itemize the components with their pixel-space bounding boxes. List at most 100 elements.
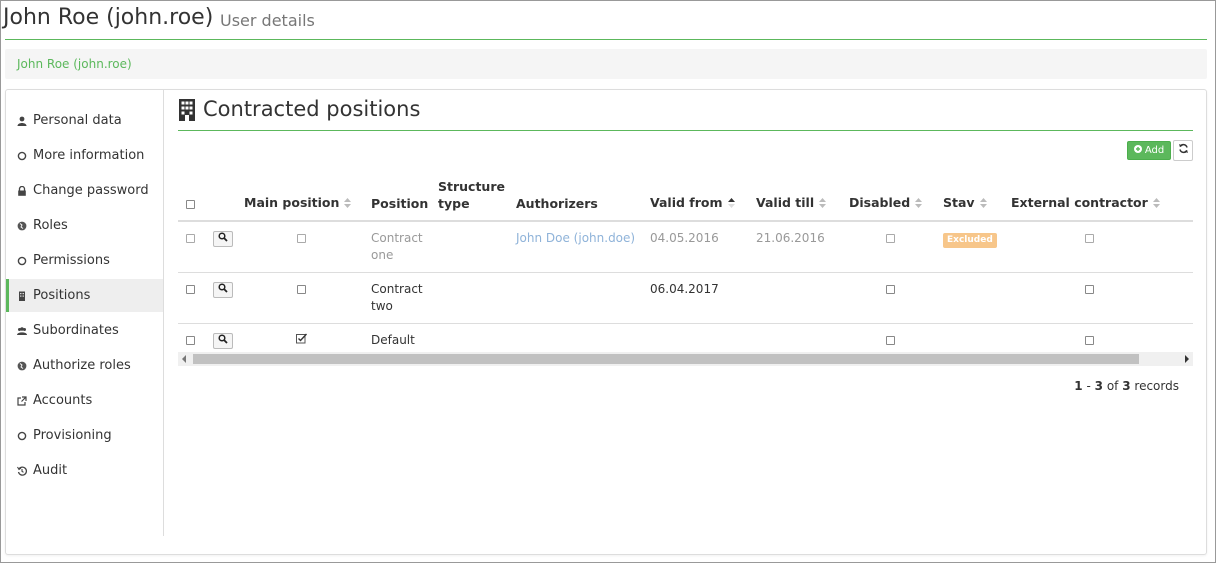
page-title: John Roe (john.roe)	[3, 5, 214, 30]
row-authorizers-cell: John Doe (john.doe)	[510, 221, 644, 273]
pagination-info: 1 - 3 of 3 records	[1074, 379, 1179, 393]
sidebar-item-audit[interactable]: Audit	[6, 454, 163, 487]
sidebar-item-personal-data[interactable]: Personal data	[6, 104, 163, 137]
row-position-cell: Contract one	[365, 221, 432, 273]
horizontal-scrollbar[interactable]	[178, 352, 1193, 366]
search-icon	[218, 281, 228, 298]
history-icon	[16, 465, 27, 476]
sidebar-item-more-information[interactable]: More information	[6, 139, 163, 172]
search-icon	[218, 230, 228, 247]
building-icon	[178, 99, 196, 125]
row-valid-till-cell	[750, 272, 843, 324]
row-actions-cell	[202, 272, 238, 324]
row-external-contractor-cell	[1005, 272, 1173, 324]
sidebar-item-label: Roles	[33, 218, 68, 233]
add-button[interactable]: Add	[1127, 141, 1171, 160]
disabled-checkbox	[885, 285, 895, 294]
row-stav-cell	[937, 272, 1005, 324]
breadcrumb-user-link[interactable]: John Roe (john.roe)	[17, 57, 132, 71]
sidebar-item-roles[interactable]: Roles	[6, 209, 163, 242]
detail-button[interactable]	[213, 230, 233, 247]
row-structure-type-cell	[432, 221, 510, 273]
row-valid-from-cell: 06.04.2017	[644, 272, 750, 324]
header-actions-cell	[202, 172, 238, 222]
search-icon	[218, 332, 228, 349]
scrollbar-thumb[interactable]	[193, 354, 1139, 364]
row-select-checkbox[interactable]	[185, 336, 195, 345]
add-button-label: Add	[1144, 145, 1165, 156]
row-id-cell: ed2	[1173, 221, 1193, 273]
users-icon	[16, 325, 27, 336]
header-main-position[interactable]: Main position	[238, 172, 365, 222]
row-authorizers-cell	[510, 272, 644, 324]
breadcrumb: John Roe (john.roe)	[5, 49, 1207, 79]
sidebar-item-positions[interactable]: Positions	[6, 279, 163, 312]
row-position-cell: Contract two	[365, 272, 432, 324]
table-row: Contract one John Doe (john.doe) 04.05.2…	[178, 221, 1193, 273]
table-header-row: Main position Position Structure type Au…	[178, 172, 1193, 222]
authorizer-link[interactable]: John Doe (john.doe)	[516, 231, 635, 245]
header-external-contractor[interactable]: External contractor	[1005, 172, 1173, 222]
detail-button[interactable]	[213, 281, 233, 298]
refresh-button[interactable]	[1173, 140, 1193, 161]
row-id-cell: 78e	[1173, 272, 1193, 324]
row-select-checkbox[interactable]	[185, 234, 195, 243]
header-id	[1173, 172, 1193, 222]
scroll-left-arrow-icon[interactable]	[182, 355, 186, 363]
pager-from: 1	[1074, 379, 1083, 393]
header-disabled[interactable]: Disabled	[843, 172, 937, 222]
scroll-right-arrow-icon[interactable]	[1185, 355, 1189, 363]
circle-icon	[16, 150, 27, 161]
row-actions-cell	[202, 221, 238, 273]
disabled-checkbox	[885, 336, 895, 345]
external-contractor-checkbox	[1084, 234, 1094, 243]
row-disabled-cell	[843, 221, 937, 273]
sort-icon	[979, 195, 987, 212]
header-valid-from[interactable]: Valid from	[644, 172, 750, 222]
circle-icon	[16, 430, 27, 441]
sidebar-item-label: Permissions	[33, 253, 110, 268]
row-select-checkbox[interactable]	[185, 285, 195, 294]
sort-icon	[915, 195, 923, 212]
header-authorizers[interactable]: Authorizers	[510, 172, 644, 222]
status-badge: Excluded	[943, 233, 997, 248]
sidebar-item-subordinates[interactable]: Subordinates	[6, 314, 163, 347]
sidebar-item-label: Subordinates	[33, 323, 119, 338]
page-subtitle: User details	[220, 11, 315, 30]
sidebar-item-label: Positions	[33, 288, 91, 303]
sort-ascending-icon	[727, 195, 735, 212]
row-external-contractor-cell	[1005, 221, 1173, 273]
sidebar-item-change-password[interactable]: Change password	[6, 174, 163, 207]
lock-icon	[16, 185, 27, 196]
sidebar-item-permissions[interactable]: Permissions	[6, 244, 163, 277]
select-all-checkbox[interactable]	[185, 200, 195, 209]
main-panel: Personal data More information Change pa…	[5, 89, 1207, 555]
detail-button[interactable]	[213, 332, 233, 349]
header-position[interactable]: Position	[365, 172, 432, 222]
positions-table-wrapper: Main position Position Structure type Au…	[178, 172, 1193, 366]
sidebar-item-accounts[interactable]: Accounts	[6, 384, 163, 417]
pager-total: 3	[1122, 379, 1131, 393]
row-stav-cell: Excluded	[937, 221, 1005, 273]
header-select-all-cell	[178, 172, 202, 222]
content-header: Contracted positions	[178, 90, 1193, 131]
sidebar-item-label: Change password	[33, 183, 149, 198]
row-disabled-cell	[843, 272, 937, 324]
header-stav[interactable]: Stav	[937, 172, 1005, 222]
external-link-icon	[16, 395, 27, 406]
header-structure-type[interactable]: Structure type	[432, 172, 510, 222]
row-valid-from-cell: 04.05.2016	[644, 221, 750, 273]
row-select-cell	[178, 272, 202, 324]
sidebar-item-label: Authorize roles	[33, 358, 131, 373]
header-valid-till[interactable]: Valid till	[750, 172, 843, 222]
sidebar-item-label: More information	[33, 148, 145, 163]
sidebar-item-label: Accounts	[33, 393, 93, 408]
sidebar-item-provisioning[interactable]: Provisioning	[6, 419, 163, 452]
row-valid-till-cell: 21.06.2016	[750, 221, 843, 273]
sidebar-item-authorize-roles[interactable]: Authorize roles	[6, 349, 163, 382]
row-select-cell	[178, 221, 202, 273]
globe-icon	[16, 360, 27, 371]
refresh-icon	[1178, 143, 1189, 158]
sort-icon	[1152, 195, 1160, 212]
disabled-checkbox	[885, 234, 895, 243]
